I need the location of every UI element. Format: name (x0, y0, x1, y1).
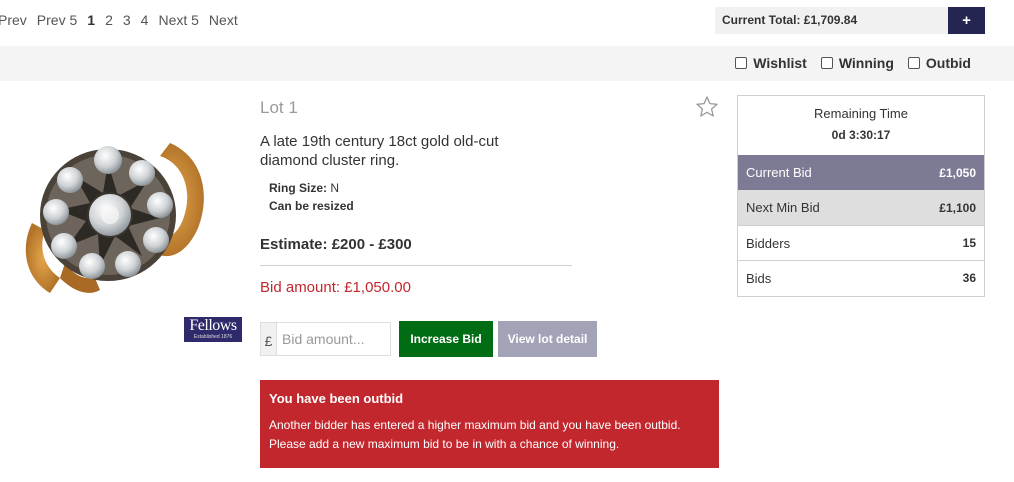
wishlist-star-icon[interactable] (695, 95, 719, 119)
pagination: Prev Prev 5 1 2 3 4 Next 5 Next (0, 12, 248, 28)
winning-label: Winning (838, 55, 894, 71)
pagination-next-5[interactable]: Next 5 (158, 12, 198, 28)
bidders-label: Bidders (746, 235, 791, 251)
winning-checkbox[interactable] (820, 57, 833, 69)
current-bid-value: £1,050 (939, 165, 976, 180)
outbid-label: Outbid (925, 55, 971, 71)
filter-wishlist[interactable]: Wishlist (735, 55, 807, 71)
filter-winning[interactable]: Winning (820, 55, 894, 71)
lot-info: Ring Size: N Can be resized (269, 179, 354, 215)
bids-label: Bids (746, 270, 772, 286)
bidders-value: 15 (962, 236, 976, 250)
increase-bid-button[interactable]: Increase Bid (399, 321, 493, 357)
resize-note: Can be resized (269, 199, 354, 213)
pagination-page-2[interactable]: 2 (105, 12, 113, 28)
bids-value: 36 (962, 271, 976, 285)
next-min-bid-label: Next Min Bid (746, 200, 820, 215)
ring-size-value: N (330, 181, 340, 195)
ring-size-label: Ring Size: (269, 181, 328, 195)
logo-subtitle: Established 1876 (193, 334, 233, 340)
remaining-time-value: 0d 3:30:17 (831, 128, 891, 142)
next-min-bid-value: £1,100 (939, 200, 976, 215)
wishlist-checkbox[interactable] (735, 57, 748, 69)
bid-stats-panel: Remaining Time 0d 3:30:17 Current Bid £1… (737, 95, 985, 297)
pagination-prev[interactable]: Prev (0, 12, 27, 28)
pagination-page-3[interactable]: 3 (123, 12, 131, 28)
outbid-alert: You have been outbid Another bidder has … (260, 380, 719, 468)
view-lot-detail-button[interactable]: View lot detail (498, 321, 597, 357)
remaining-time-label: Remaining Time (814, 106, 908, 121)
current-total: Current Total: £1,709.84 (715, 7, 948, 34)
current-bid-label: Current Bid (746, 165, 812, 180)
fellows-logo: Fellows Established 1876 (184, 317, 242, 342)
lot-number: Lot 1 (260, 98, 298, 117)
remaining-time: Remaining Time 0d 3:30:17 (738, 96, 984, 155)
next-min-bid-row: Next Min Bid £1,100 (738, 190, 984, 225)
current-bid-row: Current Bid £1,050 (738, 155, 984, 190)
filter-bar: Wishlist Winning Outbid (0, 46, 1014, 81)
bid-amount: Bid amount: £1,050.00 (260, 279, 411, 296)
ring-size: Ring Size: N (269, 179, 354, 197)
outbid-checkbox[interactable] (907, 57, 920, 69)
currency-symbol: £ (260, 322, 276, 356)
add-button[interactable]: + (948, 7, 985, 34)
logo-text: Fellows (189, 317, 237, 334)
divider (260, 265, 572, 266)
bids-row: Bids 36 (738, 260, 984, 295)
wishlist-label: Wishlist (753, 55, 807, 71)
bid-amount-input[interactable] (276, 322, 391, 356)
pagination-page-1[interactable]: 1 (87, 12, 95, 28)
alert-title: You have been outbid (269, 391, 404, 406)
pagination-prev-5[interactable]: Prev 5 (37, 12, 77, 28)
estimate: Estimate: £200 - £300 (260, 236, 412, 253)
alert-message: Another bidder has entered a higher maxi… (269, 418, 681, 451)
pagination-next[interactable]: Next (209, 12, 238, 28)
lot-title: A late 19th century 18ct gold old-cut di… (260, 133, 499, 169)
pagination-page-4[interactable]: 4 (141, 12, 149, 28)
filter-outbid[interactable]: Outbid (907, 55, 971, 71)
bidders-row: Bidders 15 (738, 225, 984, 260)
lot-image[interactable] (20, 118, 215, 318)
